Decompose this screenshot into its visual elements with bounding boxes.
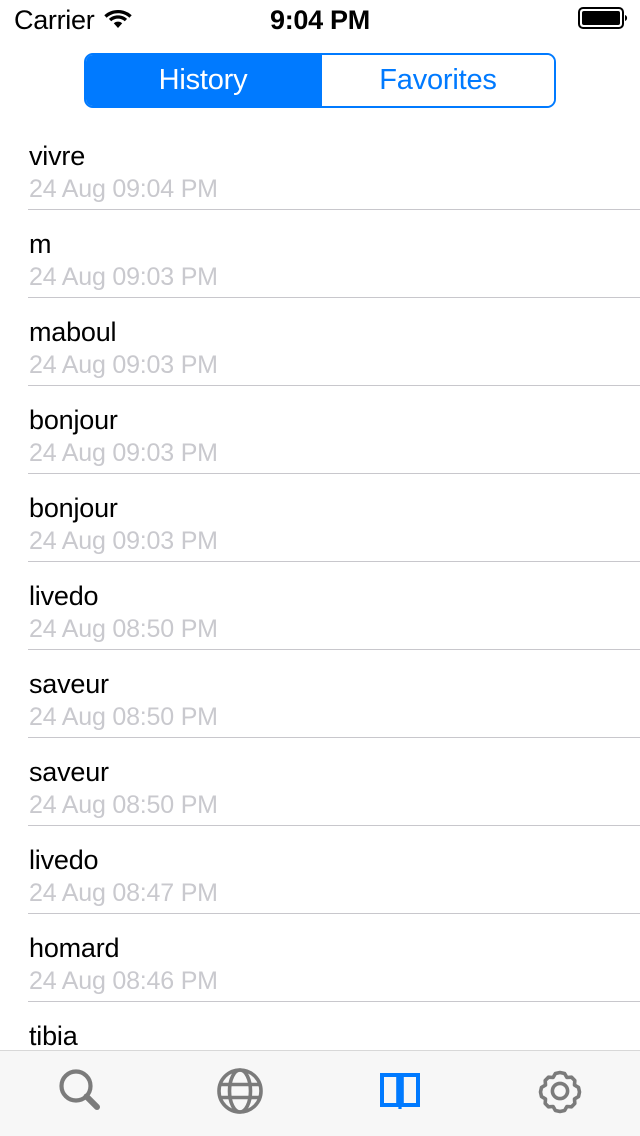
- tab-settings[interactable]: [480, 1051, 640, 1136]
- row-term: saveur: [29, 669, 109, 699]
- tab-globe[interactable]: [160, 1051, 320, 1136]
- row-date: 24 Aug 08:50 PM: [29, 615, 218, 643]
- row-term: homard: [29, 933, 120, 963]
- tab-search[interactable]: [0, 1051, 160, 1136]
- row-term: livedo: [29, 845, 99, 875]
- table-row[interactable]: saveur 24 Aug 08:50 PM: [0, 738, 640, 826]
- segment-history[interactable]: History: [86, 55, 320, 106]
- table-row[interactable]: homard 24 Aug 08:46 PM: [0, 914, 640, 1002]
- row-term: m: [29, 229, 52, 259]
- table-row[interactable]: livedo 24 Aug 08:50 PM: [0, 562, 640, 650]
- table-row[interactable]: vivre 24 Aug 09:04 PM: [0, 122, 640, 210]
- row-term: livedo: [29, 581, 99, 611]
- table-row[interactable]: bonjour 24 Aug 09:03 PM: [0, 474, 640, 562]
- row-term: tibia: [29, 1021, 78, 1050]
- row-date: 24 Aug 09:03 PM: [29, 439, 218, 467]
- row-date: 24 Aug 09:03 PM: [29, 527, 218, 555]
- clock-label: 9:04 PM: [270, 4, 370, 35]
- row-date: 24 Aug 08:50 PM: [29, 791, 218, 819]
- status-bar: Carrier 9:04 PM: [0, 0, 640, 40]
- tab-bar: [0, 1050, 640, 1136]
- status-bar-center: 9:04 PM: [0, 0, 640, 40]
- tab-book[interactable]: [320, 1051, 480, 1136]
- status-bar-right: [578, 0, 630, 40]
- table-row[interactable]: tibia: [0, 1002, 640, 1050]
- segment-favorites[interactable]: Favorites: [320, 55, 554, 106]
- row-date: 24 Aug 09:04 PM: [29, 175, 218, 203]
- row-term: bonjour: [29, 493, 118, 523]
- table-row[interactable]: m 24 Aug 09:03 PM: [0, 210, 640, 298]
- segmented-control[interactable]: History Favorites: [84, 53, 556, 108]
- globe-icon: [213, 1064, 267, 1123]
- row-date: 24 Aug 08:47 PM: [29, 879, 218, 907]
- row-date: 24 Aug 08:50 PM: [29, 703, 218, 731]
- segment-favorites-label: Favorites: [379, 64, 497, 96]
- battery-full-icon: [578, 6, 630, 35]
- table-row[interactable]: maboul 24 Aug 09:03 PM: [0, 298, 640, 386]
- row-date: 24 Aug 08:46 PM: [29, 967, 218, 995]
- row-term: maboul: [29, 317, 117, 347]
- history-list[interactable]: vivre 24 Aug 09:04 PM m 24 Aug 09:03 PM …: [0, 122, 640, 1050]
- row-term: vivre: [29, 141, 86, 171]
- table-row[interactable]: bonjour 24 Aug 09:03 PM: [0, 386, 640, 474]
- row-term: bonjour: [29, 405, 118, 435]
- row-term: saveur: [29, 757, 109, 787]
- row-date: 24 Aug 09:03 PM: [29, 263, 218, 291]
- search-icon: [53, 1064, 107, 1123]
- app-screen: Carrier 9:04 PM History Favorites vivre …: [0, 0, 640, 1136]
- table-row[interactable]: livedo 24 Aug 08:47 PM: [0, 826, 640, 914]
- table-row[interactable]: saveur 24 Aug 08:50 PM: [0, 650, 640, 738]
- book-icon: [373, 1064, 427, 1123]
- gear-icon: [533, 1064, 587, 1123]
- row-date: 24 Aug 09:03 PM: [29, 351, 218, 379]
- segment-history-label: History: [158, 64, 248, 96]
